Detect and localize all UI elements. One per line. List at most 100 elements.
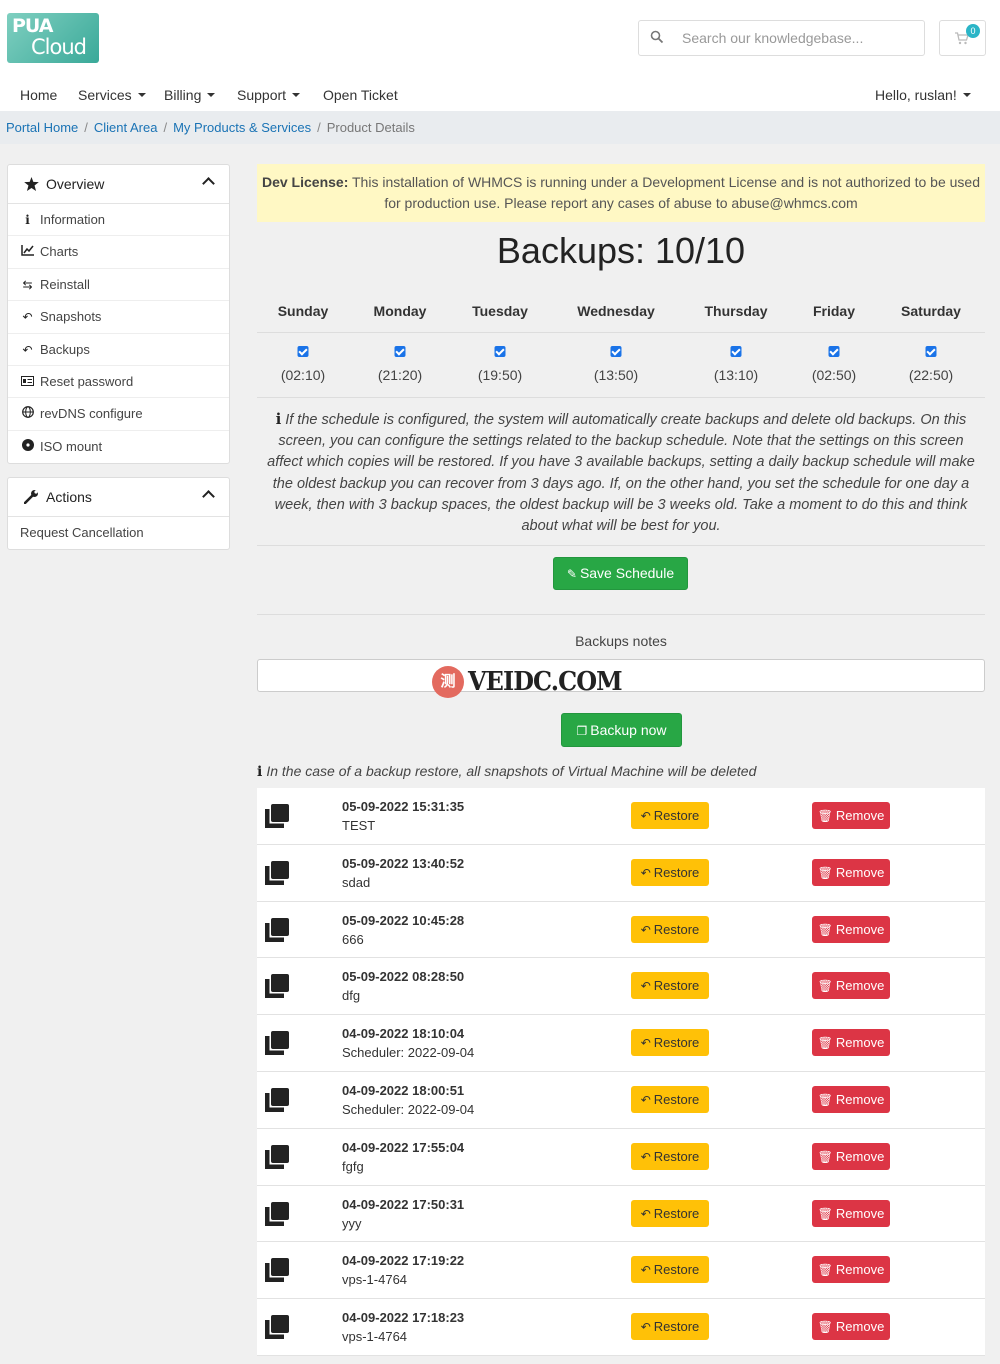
- day-checkbox[interactable]: [494, 346, 506, 357]
- remove-button[interactable]: 🗑 Remove: [812, 915, 890, 943]
- breadcrumb-client-area[interactable]: Client Area: [94, 120, 158, 135]
- day-time: (19:50): [477, 367, 523, 383]
- backups-count-title: Backups: 10/10: [496, 230, 746, 271]
- schedule-divider: [257, 397, 985, 398]
- day-checkbox[interactable]: [828, 346, 840, 357]
- reply-all-icon: ↶: [640, 1036, 651, 1051]
- restore-button[interactable]: ↶ Restore: [631, 972, 709, 1000]
- backup-copy-icon: [264, 1087, 290, 1113]
- day-time: (02:10): [280, 367, 326, 383]
- trash-icon: 🗑: [817, 1036, 833, 1051]
- reply-all-icon: ↶: [640, 865, 651, 880]
- info-divider: [257, 545, 985, 546]
- restore-button[interactable]: ↶ Restore: [631, 1085, 709, 1113]
- caret-down-icon: [137, 92, 146, 97]
- remove-button[interactable]: 🗑 Remove: [812, 972, 890, 1000]
- remove-label: Remove: [835, 1035, 885, 1051]
- day-label: Saturday: [901, 303, 961, 319]
- globe-icon: [19, 406, 36, 421]
- remove-button[interactable]: 🗑 Remove: [812, 1199, 890, 1227]
- sidebar-item-reinstall[interactable]: ⇆ Reinstall: [8, 269, 229, 302]
- restore-button[interactable]: ↶ Restore: [631, 1142, 709, 1170]
- sidebar-item-information[interactable]: i Information: [8, 204, 229, 237]
- remove-button[interactable]: 🗑 Remove: [812, 802, 890, 829]
- sidebar-item-snapshots[interactable]: ↶ Snapshots: [8, 301, 229, 334]
- remove-button[interactable]: 🗑 Remove: [812, 1142, 890, 1170]
- day-time: (02:50): [811, 367, 857, 383]
- backup-now-label: Backup now: [590, 722, 667, 738]
- chevron-up-icon[interactable]: [202, 490, 215, 503]
- restore-button[interactable]: ↶ Restore: [631, 915, 709, 943]
- breadcrumb-separator: /: [84, 120, 88, 135]
- sidebar-item-reset-password[interactable]: Reset password: [8, 366, 229, 399]
- watermark-badge: 测: [432, 666, 464, 698]
- restore-button[interactable]: ↶ Restore: [631, 802, 709, 829]
- backup-date: 05-09-2022 08:28:50: [342, 969, 465, 985]
- day-label: Tuesday: [472, 303, 528, 319]
- restore-label: Restore: [653, 978, 700, 994]
- site-header: PUA Cloud 0: [0, 0, 1000, 78]
- nav-open-ticket[interactable]: Open Ticket: [323, 87, 398, 103]
- backup-note: yyy: [342, 1215, 362, 1231]
- remove-button[interactable]: 🗑 Remove: [812, 1085, 890, 1113]
- trash-icon: 🗑: [817, 865, 833, 880]
- restore-button[interactable]: ↶ Restore: [631, 858, 709, 886]
- knowledgebase-search[interactable]: [638, 20, 925, 56]
- restore-label: Restore: [653, 864, 700, 880]
- info-icon: i: [257, 764, 263, 780]
- day-label: Friday: [812, 303, 856, 319]
- remove-button[interactable]: 🗑 Remove: [812, 1313, 890, 1341]
- remove-button[interactable]: 🗑 Remove: [812, 858, 890, 886]
- save-schedule-button[interactable]: ✎ Save Schedule: [553, 557, 688, 590]
- breadcrumb-my-products[interactable]: My Products & Services: [173, 120, 311, 135]
- wrench-icon: [23, 489, 40, 507]
- info-icon: i: [25, 213, 30, 227]
- reply-all-icon: ↶: [640, 922, 651, 937]
- backup-copy-icon: [264, 1314, 290, 1340]
- restore-button[interactable]: ↶ Restore: [631, 1313, 709, 1341]
- restore-button[interactable]: ↶ Restore: [631, 1199, 709, 1227]
- backup-copy-icon: [264, 1257, 290, 1283]
- breadcrumb-portal-home[interactable]: Portal Home: [6, 120, 78, 135]
- day-checkbox[interactable]: [730, 346, 742, 357]
- info-icon: i: [275, 411, 282, 428]
- cart-button[interactable]: 0: [939, 20, 986, 56]
- trash-icon: 🗑: [817, 1206, 833, 1221]
- nav-billing[interactable]: Billing: [164, 87, 216, 103]
- sidebar-actions-header[interactable]: Actions: [8, 478, 229, 517]
- brand-logo[interactable]: PUA Cloud: [7, 13, 99, 63]
- restore-button[interactable]: ↶ Restore: [631, 1256, 709, 1284]
- restore-button[interactable]: ↶ Restore: [631, 1029, 709, 1057]
- backup-note: Scheduler: 2022-09-04: [342, 1045, 475, 1061]
- chevron-up-icon[interactable]: [202, 177, 215, 190]
- backup-now-button[interactable]: ❐ Backup now: [561, 713, 682, 747]
- nav-home[interactable]: Home: [20, 87, 57, 103]
- backup-row: 04-09-2022 18:10:04 Scheduler: 2022-09-04…: [257, 1015, 985, 1072]
- restore-label: Restore: [653, 1205, 700, 1221]
- user-menu[interactable]: Hello, ruslan!: [875, 87, 971, 103]
- nav-support[interactable]: Support: [237, 87, 301, 103]
- sidebar-item-iso-mount[interactable]: ISO mount: [8, 431, 229, 463]
- day-checkbox[interactable]: [297, 346, 309, 357]
- search-icon: [650, 30, 664, 44]
- day-checkbox[interactable]: [394, 346, 406, 357]
- sidebar-item-backups[interactable]: ↶ Backups: [8, 334, 229, 366]
- day-time: (22:50): [908, 367, 954, 383]
- search-input[interactable]: [682, 21, 917, 55]
- breadcrumb-separator: /: [163, 120, 168, 135]
- watermark-text: VEIDC.COM: [468, 667, 623, 697]
- sidebar-item-request-cancellation[interactable]: Request Cancellation: [8, 517, 229, 549]
- pencil-icon: ✎: [566, 567, 577, 581]
- day-checkbox[interactable]: [925, 346, 937, 357]
- backup-row: 04-09-2022 17:50:31 yyy ↶ Restore 🗑 Remove: [257, 1186, 985, 1243]
- day-label: Wednesday: [577, 303, 655, 319]
- sidebar-item-charts[interactable]: Charts: [8, 236, 229, 269]
- backup-date: 05-09-2022 15:31:35: [342, 799, 465, 814]
- nav-services[interactable]: Services: [78, 87, 146, 103]
- remove-button[interactable]: 🗑 Remove: [812, 1029, 890, 1057]
- sidebar-item-revdns[interactable]: revDNS configure: [8, 398, 229, 431]
- logo-text-bottom: Cloud: [31, 35, 87, 59]
- day-checkbox[interactable]: [610, 346, 622, 357]
- sidebar-overview-header[interactable]: Overview: [8, 165, 229, 204]
- remove-button[interactable]: 🗑 Remove: [812, 1256, 890, 1284]
